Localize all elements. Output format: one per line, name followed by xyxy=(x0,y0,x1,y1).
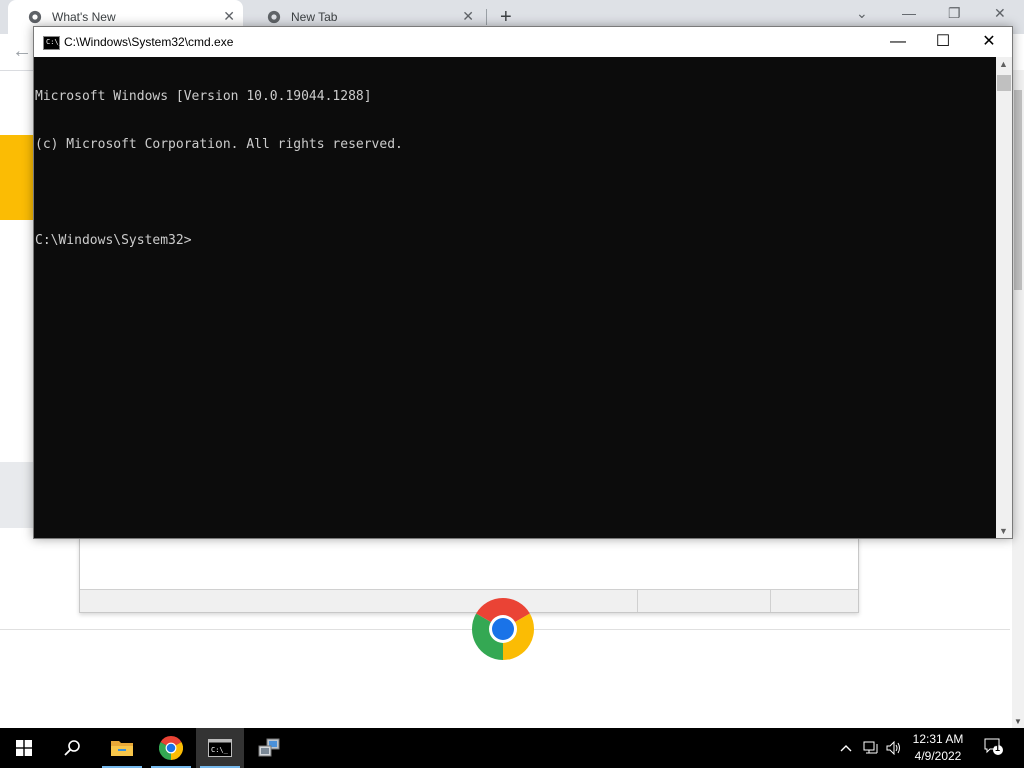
browser-restore-button[interactable]: ❐ xyxy=(948,5,961,22)
minimize-button[interactable]: — xyxy=(875,27,921,57)
taskbar-command-prompt[interactable]: C:\_ xyxy=(196,728,244,768)
back-arrow-icon[interactable]: ← xyxy=(12,40,32,63)
taskbar-network-app[interactable] xyxy=(245,728,293,768)
taskbar-file-explorer[interactable] xyxy=(98,728,146,768)
background-dialog xyxy=(79,537,859,613)
network-computer-icon xyxy=(258,738,280,757)
tab-search-dropdown-icon[interactable]: ⌄ xyxy=(856,5,868,22)
maximize-button[interactable]: ☐ xyxy=(920,27,966,57)
scroll-down-arrow-icon[interactable]: ▼ xyxy=(999,526,1008,536)
search-icon xyxy=(64,740,80,756)
cmd-app-icon-glyph: C:\_ xyxy=(46,38,63,46)
cmd-titlebar[interactable]: C:\_ C:\Windows\System32\cmd.exe — ☐ ✕ xyxy=(34,27,1012,57)
window-title: C:\Windows\System32\cmd.exe xyxy=(64,35,234,49)
notification-count-badge: 1 xyxy=(995,743,1001,753)
tab-divider xyxy=(486,9,487,25)
clock-date: 4/9/2022 xyxy=(914,749,962,763)
browser-close-button[interactable]: ✕ xyxy=(994,5,1006,22)
show-hidden-icons-chevron-icon[interactable] xyxy=(840,728,852,768)
network-status-icon[interactable] xyxy=(863,728,879,768)
chrome-favicon-icon xyxy=(28,10,42,24)
cmd-window[interactable]: C:\_ C:\Windows\System32\cmd.exe — ☐ ✕ M… xyxy=(33,26,1013,539)
clock-time: 12:31 AM xyxy=(912,732,964,746)
console-prompt[interactable]: C:\Windows\System32> xyxy=(34,233,996,249)
tab-close-icon[interactable]: ✕ xyxy=(462,8,474,25)
page-banner-graphic xyxy=(0,135,34,220)
scroll-up-arrow-icon[interactable]: ▲ xyxy=(999,59,1008,69)
status-divider xyxy=(637,590,638,612)
cmd-scrollbar-thumb[interactable] xyxy=(997,75,1011,91)
page-scrollbar[interactable]: ▼ xyxy=(1012,70,1024,728)
console-line: (c) Microsoft Corporation. All rights re… xyxy=(35,137,403,152)
search-button[interactable] xyxy=(48,728,96,768)
tab-label: What's New xyxy=(52,10,116,24)
browser-minimize-button[interactable]: — xyxy=(902,5,916,21)
dialog-status-bar xyxy=(80,589,858,612)
cmd-icon: C:\_ xyxy=(208,739,232,757)
page-scrollbar-thumb[interactable] xyxy=(1014,90,1022,290)
folder-icon xyxy=(111,741,133,756)
console-line: Microsoft Windows [Version 10.0.19044.12… xyxy=(35,89,372,104)
chrome-icon xyxy=(159,736,183,760)
svg-text:C:\_: C:\_ xyxy=(211,746,229,754)
close-button[interactable]: ✕ xyxy=(966,27,1012,57)
start-button[interactable] xyxy=(0,728,48,768)
tab-close-icon[interactable]: ✕ xyxy=(223,8,235,25)
windows-logo-icon xyxy=(16,740,32,756)
system-clock[interactable]: 12:31 AM 4/9/2022 xyxy=(900,731,976,765)
chrome-favicon-icon xyxy=(267,10,281,24)
chrome-logo-icon xyxy=(472,598,534,660)
taskbar: C:\_ 12:31 AM 4/9/2022 1 xyxy=(0,728,1024,768)
notification-icon xyxy=(984,738,1003,755)
action-center-button[interactable]: 1 xyxy=(984,738,1004,756)
taskbar-chrome[interactable] xyxy=(147,728,195,768)
cmd-app-icon[interactable]: C:\_ xyxy=(43,36,63,50)
cmd-scrollbar[interactable]: ▲ ▼ xyxy=(996,57,1012,538)
status-divider xyxy=(770,590,771,612)
console-output[interactable]: Microsoft Windows [Version 10.0.19044.12… xyxy=(34,57,996,538)
tab-label: New Tab xyxy=(291,10,338,24)
scroll-down-arrow-icon[interactable]: ▼ xyxy=(1014,717,1022,726)
